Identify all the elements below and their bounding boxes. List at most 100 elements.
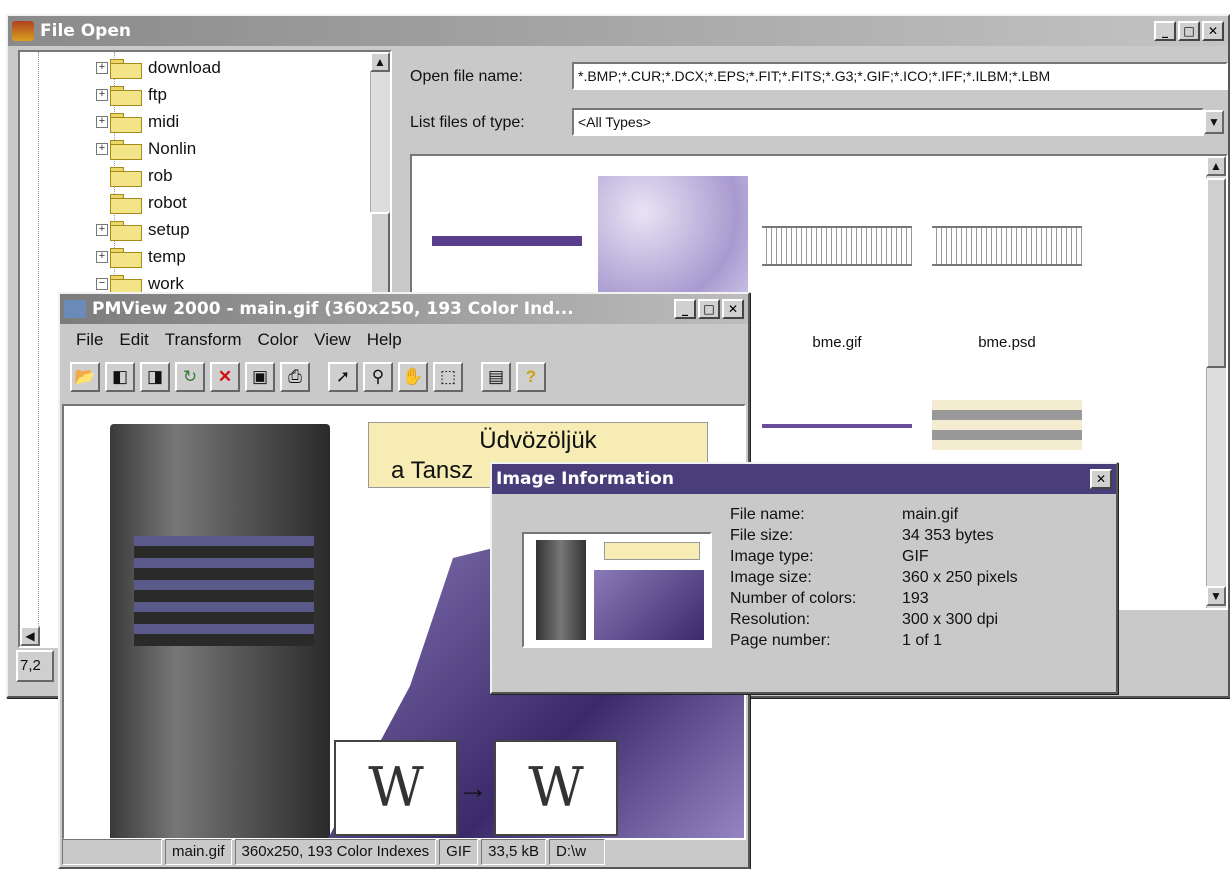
close-button[interactable]: ✕ <box>1090 469 1112 489</box>
info-value: main.gif <box>902 506 959 523</box>
folder-icon <box>110 140 142 160</box>
info-value: 360 x 250 pixels <box>902 569 1018 586</box>
open-file-input[interactable]: *.BMP;*.CUR;*.DCX;*.EPS;*.FIT;*.FITS;*.G… <box>572 62 1228 90</box>
tree-expander-icon[interactable]: + <box>96 116 108 128</box>
tree-item-label: download <box>148 58 221 77</box>
thumbnail-bme-psd[interactable] <box>932 226 1082 266</box>
status-left: 7,2 <box>16 650 54 682</box>
info-label: Resolution: <box>730 611 811 628</box>
preview-shape <box>594 570 704 640</box>
tree-expander-icon[interactable]: + <box>96 251 108 263</box>
folder-icon <box>110 167 142 187</box>
tree-item-label: temp <box>148 247 186 266</box>
tree-item[interactable]: + setup <box>96 218 190 242</box>
select-rect-icon[interactable]: ⬚ <box>433 362 463 392</box>
refresh-icon[interactable]: ↻ <box>175 362 205 392</box>
tree-scroll-up-button[interactable]: ▲ <box>370 52 390 72</box>
image-preview <box>522 532 712 648</box>
hand-icon[interactable]: ✋ <box>398 362 428 392</box>
thumbnail-banner[interactable] <box>432 236 582 246</box>
tree-expander-icon[interactable] <box>96 197 108 209</box>
chevron-down-icon[interactable]: ▼ <box>1204 110 1224 134</box>
folder-icon <box>110 221 142 241</box>
status-size: 33,5 kB <box>481 839 547 865</box>
file-label-bme-gif[interactable]: bme.gif <box>762 334 912 351</box>
minimize-button[interactable]: _ <box>674 299 696 319</box>
tree-item[interactable]: + temp <box>96 245 186 269</box>
file-open-title: File Open <box>40 21 131 41</box>
tree-item-label: setup <box>148 220 190 239</box>
menu-view[interactable]: View <box>314 330 351 350</box>
menu-bar: File Edit Transform Color View Help <box>76 330 402 350</box>
arrow-right-icon: → <box>458 772 488 805</box>
tree-item[interactable]: + midi <box>96 110 179 134</box>
thumbnail-line[interactable] <box>762 424 912 428</box>
save-icon[interactable]: ▣ <box>245 362 275 392</box>
file-label-bme-psd[interactable]: bme.psd <box>932 334 1082 351</box>
tree-item-label: rob <box>148 166 173 185</box>
tree-item-label: work <box>148 274 184 293</box>
menu-file[interactable]: File <box>76 330 103 350</box>
list-type-select[interactable]: <All Types> <box>572 108 1204 136</box>
preview-banner <box>604 542 700 560</box>
tree-expander-icon[interactable]: − <box>96 278 108 290</box>
tree-item-label: Nonlin <box>148 139 197 158</box>
pmview-titlebar[interactable]: PMView 2000 - main.gif (360x250, 193 Col… <box>60 294 748 324</box>
tree-expander-icon[interactable]: + <box>96 62 108 74</box>
properties-icon[interactable]: ▤ <box>481 362 511 392</box>
info-label: Image size: <box>730 569 812 586</box>
image-info-title: Image Information <box>496 469 674 489</box>
welcome-line1: Üdvözöljük <box>479 427 597 454</box>
folder-icon <box>110 248 142 268</box>
info-value: 1 of 1 <box>902 632 943 649</box>
list-scroll-thumb[interactable] <box>1206 178 1226 368</box>
pointer-icon[interactable]: ➚ <box>328 362 358 392</box>
status-blank <box>62 839 162 865</box>
pmview-statusbar: main.gif 360x250, 193 Color Indexes GIF … <box>62 839 606 867</box>
zoom-icon[interactable]: ⚲ <box>363 362 393 392</box>
delete-icon[interactable]: ✕ <box>210 362 240 392</box>
next-file-icon[interactable]: ◨ <box>140 362 170 392</box>
info-label: Image type: <box>730 548 814 565</box>
maximize-button[interactable]: □ <box>1178 21 1200 41</box>
menu-edit[interactable]: Edit <box>119 330 148 350</box>
thumbnail-bme-gif[interactable] <box>762 226 912 266</box>
info-label: File size: <box>730 527 794 544</box>
menu-color[interactable]: Color <box>258 330 299 350</box>
help-icon[interactable]: ? <box>516 362 546 392</box>
tree-scroll-left-button[interactable]: ◀ <box>20 626 40 646</box>
tree-expander-icon[interactable]: + <box>96 143 108 155</box>
diagram-box-right: W <box>494 740 618 836</box>
list-scroll-up-button[interactable]: ▲ <box>1206 156 1226 176</box>
tree-item-label: ftp <box>148 85 167 104</box>
image-info-titlebar[interactable]: Image Information ✕ <box>492 464 1116 494</box>
tree-expander-icon[interactable] <box>96 170 108 182</box>
tree-item[interactable]: robot <box>96 191 187 215</box>
folder-icon <box>110 113 142 133</box>
tree-item[interactable]: + download <box>96 56 221 80</box>
info-value: 300 x 300 dpi <box>902 611 999 628</box>
tree-item[interactable]: rob <box>96 164 173 188</box>
close-button[interactable]: ✕ <box>1202 21 1224 41</box>
previous-file-icon[interactable]: ◧ <box>105 362 135 392</box>
info-value: 34 353 bytes <box>902 527 994 544</box>
status-path: D:\w <box>549 839 606 865</box>
open-folder-icon[interactable]: 📂 <box>70 362 100 392</box>
print-icon[interactable]: ⎙ <box>280 362 310 392</box>
file-open-titlebar[interactable]: File Open _ □ ✕ <box>8 16 1228 46</box>
thumbnail-stripes[interactable] <box>932 400 1082 450</box>
menu-transform[interactable]: Transform <box>165 330 242 350</box>
list-scroll-down-button[interactable]: ▼ <box>1206 586 1226 606</box>
tree-item[interactable]: + ftp <box>96 83 167 107</box>
server-vents <box>134 536 314 646</box>
tree-expander-icon[interactable]: + <box>96 224 108 236</box>
minimize-button[interactable]: _ <box>1154 21 1176 41</box>
close-button[interactable]: ✕ <box>722 299 744 319</box>
tree-item[interactable]: + Nonlin <box>96 137 196 161</box>
menu-help[interactable]: Help <box>367 330 402 350</box>
info-label: Number of colors: <box>730 590 857 607</box>
info-label: File name: <box>730 506 805 523</box>
tree-expander-icon[interactable]: + <box>96 89 108 101</box>
thumbnail-texture[interactable] <box>598 176 748 296</box>
maximize-button[interactable]: □ <box>698 299 720 319</box>
